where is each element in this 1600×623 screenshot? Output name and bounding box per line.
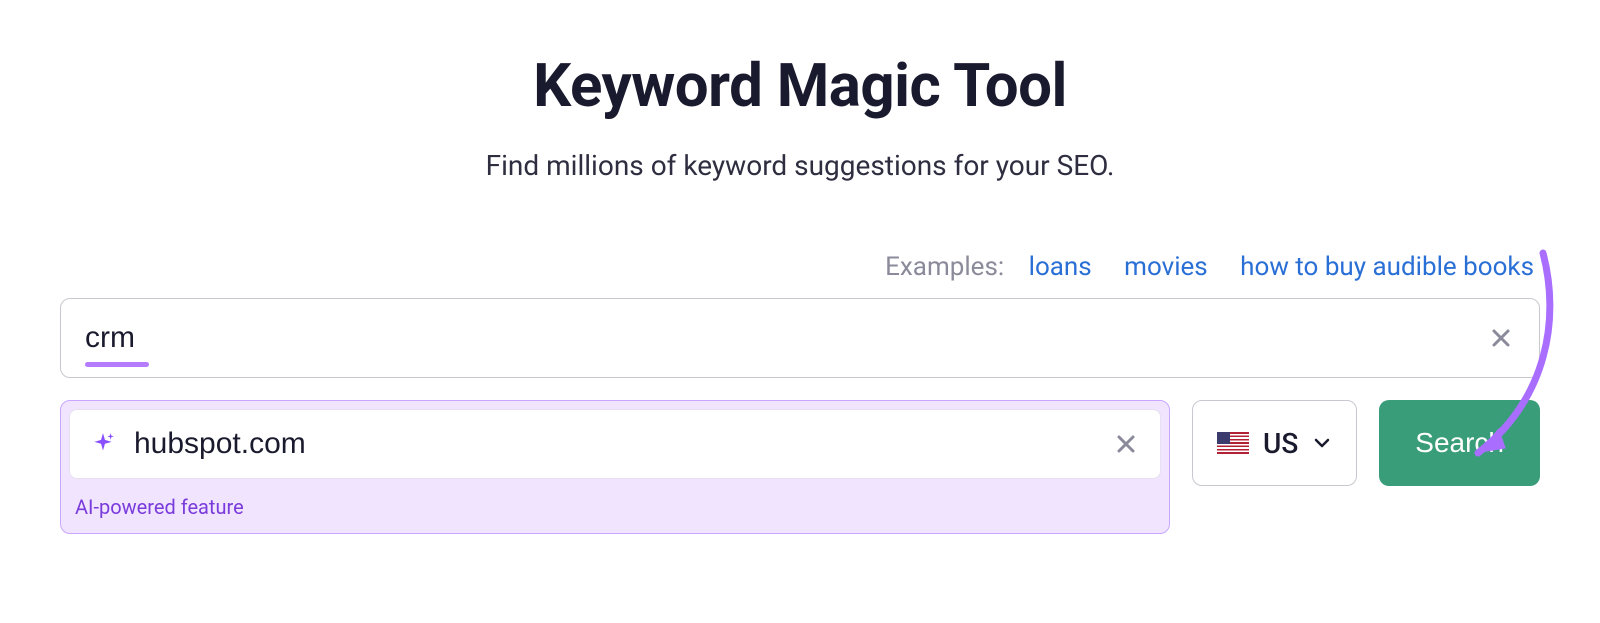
page-subtitle: Find millions of keyword suggestions for… (60, 149, 1540, 182)
example-link-movies[interactable]: movies (1124, 252, 1208, 282)
clear-domain-button[interactable] (1112, 430, 1140, 458)
clear-keyword-button[interactable] (1487, 324, 1515, 352)
close-icon (1115, 433, 1137, 455)
ai-powered-label: AI-powered feature (61, 487, 1169, 533)
keyword-magic-tool-panel: Keyword Magic Tool Find millions of keyw… (0, 0, 1600, 534)
us-flag-icon (1217, 432, 1249, 454)
domain-input[interactable] (134, 427, 1094, 461)
examples-label: Examples: (885, 252, 1004, 282)
example-link-loans[interactable]: loans (1029, 252, 1092, 282)
chevron-down-icon (1312, 433, 1332, 453)
keyword-input-underline (85, 362, 149, 367)
sparkle-icon (90, 431, 116, 457)
country-select[interactable]: US (1192, 400, 1357, 486)
second-row: AI-powered feature US Search (60, 400, 1540, 534)
keyword-input-container (60, 298, 1540, 378)
examples-row: Examples: loans movies how to buy audibl… (60, 252, 1540, 282)
keyword-input[interactable] (85, 321, 1487, 355)
country-code-label: US (1263, 427, 1298, 460)
search-button[interactable]: Search (1379, 400, 1540, 486)
page-title: Keyword Magic Tool (60, 50, 1540, 121)
close-icon (1490, 327, 1512, 349)
domain-input-container (69, 409, 1161, 479)
domain-ai-block: AI-powered feature (60, 400, 1170, 534)
example-link-audible[interactable]: how to buy audible books (1240, 252, 1534, 282)
